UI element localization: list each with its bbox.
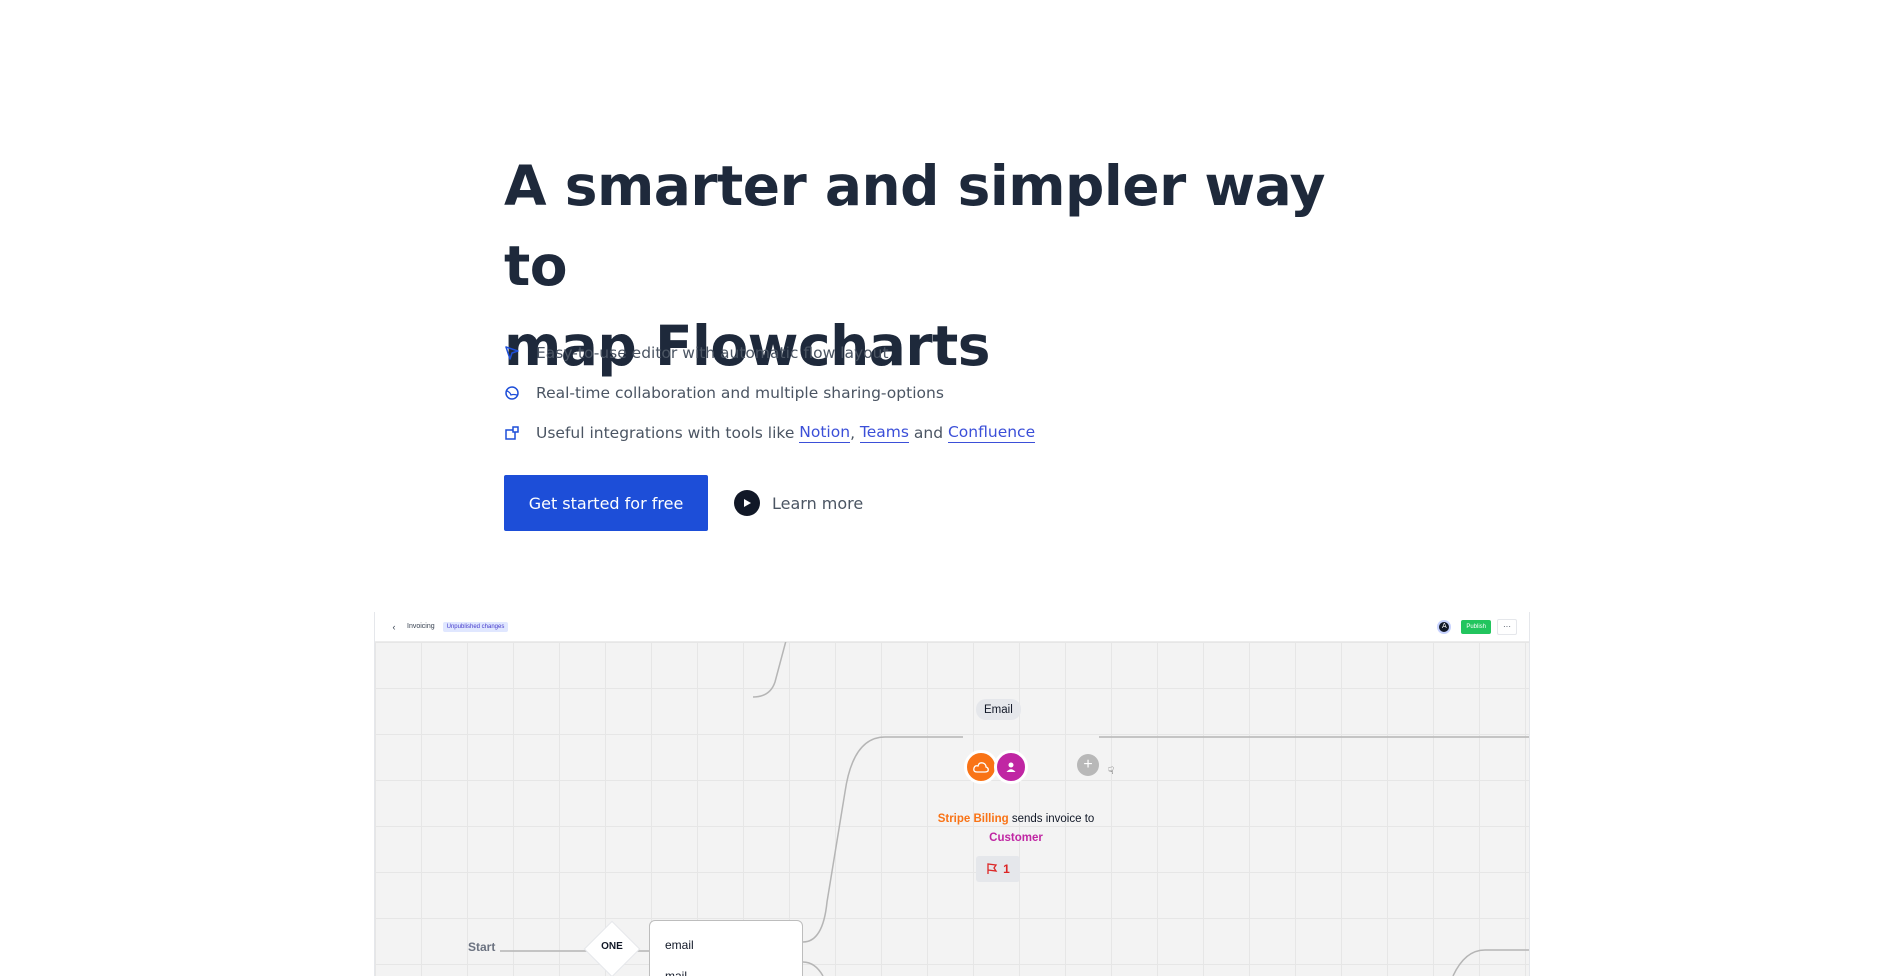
pointer-cursor-icon: ☟ xyxy=(1108,766,1115,777)
confluence-link[interactable]: Confluence xyxy=(947,423,1036,443)
learn-more-button[interactable]: Learn more xyxy=(734,490,863,516)
option-item[interactable]: email xyxy=(665,938,694,952)
notion-link[interactable]: Notion xyxy=(799,423,851,443)
avatar[interactable]: A xyxy=(1437,619,1452,634)
feature-text: Useful integrations with tools like xyxy=(536,424,800,442)
feature-item: Real-time collaboration and multiple sha… xyxy=(504,373,1204,413)
channel-pill[interactable]: Email xyxy=(976,699,1021,720)
learn-more-label: Learn more xyxy=(772,493,864,513)
more-menu-button[interactable]: ··· xyxy=(1497,618,1517,635)
option-item[interactable]: mail xyxy=(665,969,687,976)
action-text: sends invoice to xyxy=(1008,813,1095,825)
feature-item: Easy-to-use editor with automatic flow l… xyxy=(504,333,1204,373)
flow-connectors xyxy=(500,642,1529,976)
publish-button[interactable]: Publish xyxy=(1461,619,1491,634)
start-node[interactable]: Start xyxy=(468,940,495,954)
document-title: Invoicing xyxy=(407,623,435,630)
separator-and: and xyxy=(908,424,948,442)
cloud-icon xyxy=(964,750,998,784)
cursor-arrow-icon xyxy=(504,345,520,361)
feature-list: Easy-to-use editor with automatic flow l… xyxy=(504,333,1204,453)
flag-icon xyxy=(987,863,998,874)
feature-text: Easy-to-use editor with automatic flow l… xyxy=(536,344,889,362)
user-icon xyxy=(994,750,1028,784)
status-badge: Unpublished changes xyxy=(442,621,509,632)
feature-text: Real-time collaboration and multiple sha… xyxy=(536,384,944,402)
cta-row: Get started for free Learn more xyxy=(504,475,863,531)
node-description: Stripe Billing sends invoice to Customer xyxy=(911,810,1121,848)
target-name: Customer xyxy=(989,832,1043,844)
decision-label: ONE xyxy=(601,941,623,952)
feature-item: Useful integrations with tools like Noti… xyxy=(504,413,1204,453)
app-preview: ‹ Invoicing Unpublished changes A Publis… xyxy=(374,612,1530,976)
flag-badge[interactable]: 1 xyxy=(976,856,1020,882)
play-icon xyxy=(734,490,760,516)
globe-icon xyxy=(504,385,520,401)
hero-title-line-1: A smarter and simpler way to xyxy=(504,154,1325,298)
options-card[interactable]: email mail xyxy=(649,920,803,976)
teams-link[interactable]: Teams xyxy=(859,423,909,443)
flow-node[interactable] xyxy=(960,746,1042,790)
separator-comma: , xyxy=(850,424,860,442)
source-name: Stripe Billing xyxy=(937,813,1009,825)
flag-count: 1 xyxy=(1003,862,1010,876)
back-arrow-icon[interactable]: ‹ xyxy=(387,620,401,634)
integrations-icon xyxy=(504,425,520,441)
add-step-button[interactable]: + xyxy=(1077,754,1099,776)
toolbar-actions: A Publish ··· xyxy=(1437,618,1517,635)
app-toolbar: ‹ Invoicing Unpublished changes A Publis… xyxy=(375,612,1529,642)
get-started-button[interactable]: Get started for free xyxy=(504,475,708,531)
flow-canvas[interactable]: Email + ☟ Stripe Billing sends invoice t… xyxy=(375,642,1529,976)
